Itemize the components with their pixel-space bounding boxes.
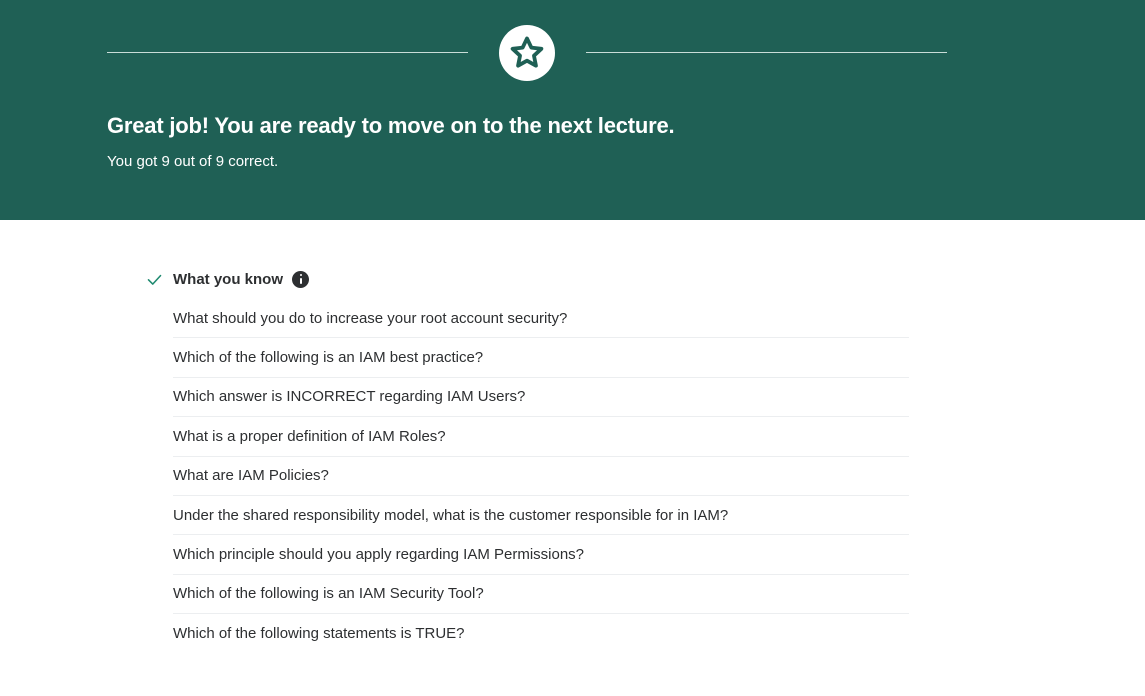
results-headline: Great job! You are ready to move on to t… (107, 113, 675, 138)
question-item[interactable]: Which principle should you apply regardi… (173, 535, 909, 575)
info-icon[interactable] (292, 270, 309, 288)
what-you-know-header: What you know (146, 268, 309, 290)
score-text: You got 9 out of 9 correct. (107, 153, 279, 170)
question-item[interactable]: Which of the following is an IAM best pr… (173, 338, 909, 378)
section-title: What you know (173, 270, 283, 288)
star-icon (510, 36, 544, 68)
question-item[interactable]: What should you do to increase your root… (173, 299, 909, 339)
question-list: What should you do to increase your root… (173, 299, 909, 654)
results-banner: Great job! You are ready to move on to t… (0, 0, 1145, 220)
banner-divider-left (107, 52, 468, 53)
question-item[interactable]: Which of the following statements is TRU… (173, 614, 909, 653)
question-item[interactable]: Which of the following is an IAM Securit… (173, 575, 909, 615)
question-item[interactable]: Under the shared responsibility model, w… (173, 496, 909, 536)
check-icon (147, 274, 162, 285)
question-item[interactable]: Which answer is INCORRECT regarding IAM … (173, 378, 909, 418)
question-item[interactable]: What are IAM Policies? (173, 457, 909, 496)
question-item[interactable]: What is a proper definition of IAM Roles… (173, 417, 909, 457)
banner-divider-right (586, 52, 947, 53)
star-badge (499, 25, 555, 81)
